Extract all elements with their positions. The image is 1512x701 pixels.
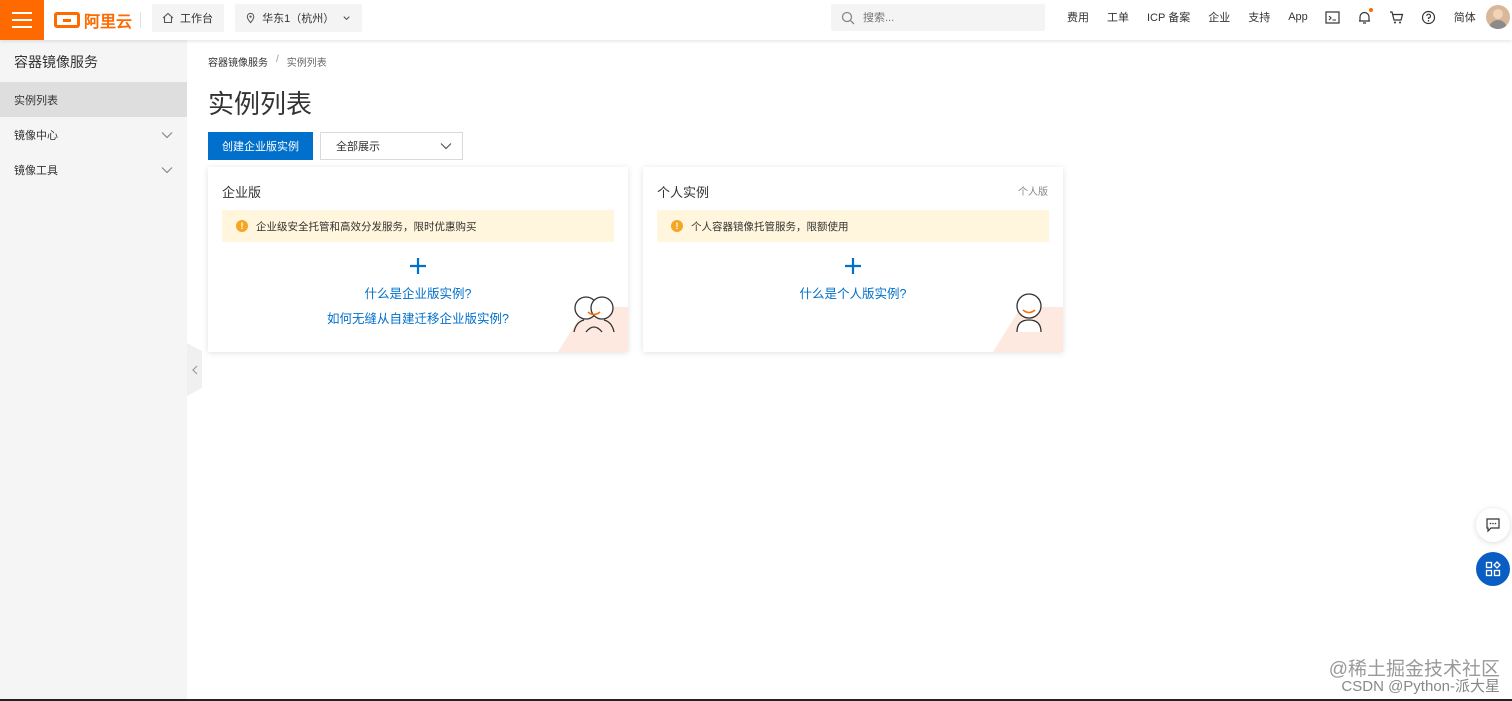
- notice-text: 企业级安全托管和高效分发服务，限时优惠购买: [256, 220, 477, 233]
- chat-icon: [1486, 518, 1500, 533]
- promo-notice: ! 企业级安全托管和高效分发服务，限时优惠购买: [222, 210, 614, 242]
- workbench-button[interactable]: 工作台: [152, 4, 224, 32]
- quota-notice: ! 个人容器镜像托管服务，限额使用: [657, 210, 1049, 242]
- chevron-down-icon: [343, 16, 350, 21]
- help-icon: [1422, 10, 1436, 24]
- global-search[interactable]: [831, 4, 1045, 31]
- what-is-enterprise-link[interactable]: 什么是企业版实例?: [208, 283, 628, 302]
- sidebar-item-image-center[interactable]: 镜像中心: [0, 117, 187, 152]
- region-label: 华东1（杭州）: [262, 13, 335, 25]
- aliyun-logo[interactable]: 阿里云: [54, 8, 132, 32]
- add-instance-plus-icon[interactable]: [408, 256, 428, 276]
- notifications-button[interactable]: [1349, 7, 1381, 25]
- top-bar: 阿里云 工作台 华东1（杭州） 费用 工单 ICP 备案 企业 支持 App: [0, 0, 1512, 40]
- chevron-down-icon: [161, 166, 173, 173]
- sidebar-title: 容器镜像服务: [14, 54, 98, 70]
- language-switch[interactable]: 简体: [1445, 9, 1485, 25]
- what-is-personal-link[interactable]: 什么是个人版实例?: [643, 283, 1063, 302]
- breadcrumb-current: 实例列表: [286, 58, 327, 69]
- help-button[interactable]: [1413, 10, 1445, 25]
- sidebar-item-label: 镜像中心: [14, 129, 58, 142]
- search-input[interactable]: [863, 11, 1023, 24]
- sidebar-item-image-tools[interactable]: 镜像工具: [0, 152, 187, 187]
- card-tag: 个人版: [1018, 187, 1048, 198]
- apps-button[interactable]: [1476, 552, 1510, 586]
- sidebar-item-label: 实例列表: [14, 94, 58, 107]
- divider: [140, 12, 141, 28]
- personal-card: 个人实例 个人版 ! 个人容器镜像托管服务，限额使用 什么是个人版实例?: [643, 167, 1063, 352]
- warning-icon: !: [236, 220, 248, 232]
- filter-value: 全部展示: [336, 141, 380, 153]
- sidebar-item-instance-list[interactable]: 实例列表: [0, 82, 187, 117]
- nav-icp[interactable]: ICP 备案: [1138, 9, 1199, 25]
- logo-icon: [54, 12, 80, 28]
- instance-filter-select[interactable]: 全部展示: [320, 132, 463, 160]
- terminal-button[interactable]: [1317, 10, 1349, 25]
- hamburger-menu-button[interactable]: [0, 0, 44, 40]
- logo-text: 阿里云: [84, 14, 133, 31]
- nav-billing[interactable]: 费用: [1058, 9, 1098, 25]
- nav-enterprise[interactable]: 企业: [1199, 9, 1239, 25]
- watermark: @稀土掘金技术社区 CSDN @Python-派大星: [1328, 659, 1500, 695]
- nav-tickets[interactable]: 工单: [1098, 9, 1138, 25]
- chevron-down-icon: [161, 131, 173, 138]
- hamburger-icon: [12, 12, 32, 28]
- group-people-illustration: [573, 296, 615, 333]
- create-enterprise-instance-button[interactable]: 创建企业版实例: [208, 132, 313, 160]
- breadcrumb-separator: /: [276, 54, 279, 65]
- search-icon: [841, 11, 855, 24]
- notice-text: 个人容器镜像托管服务，限额使用: [691, 220, 849, 233]
- home-icon: [162, 12, 174, 24]
- cart-button[interactable]: [1381, 10, 1413, 25]
- location-pin-icon: [246, 12, 255, 24]
- breadcrumb-link[interactable]: 容器镜像服务: [208, 54, 268, 69]
- watermark-line-2: CSDN @Python-派大星: [1341, 678, 1500, 695]
- bell-icon: [1359, 11, 1371, 24]
- chevron-left-icon: [191, 365, 197, 374]
- region-selector[interactable]: 华东1（杭州）: [235, 4, 362, 32]
- user-avatar[interactable]: [1486, 5, 1510, 29]
- nav-app[interactable]: App: [1279, 11, 1317, 23]
- card-title: 企业版: [222, 185, 262, 200]
- sidebar: 容器镜像服务 实例列表 镜像中心 镜像工具: [0, 40, 187, 701]
- chevron-down-icon: [440, 143, 452, 150]
- notification-dot: [1368, 7, 1373, 12]
- page-title: 实例列表: [208, 89, 313, 119]
- sidebar-item-label: 镜像工具: [14, 164, 58, 177]
- cart-icon: [1390, 10, 1404, 23]
- enterprise-card: 企业版 ! 企业级安全托管和高效分发服务，限时优惠购买 什么是企业版实例? 如何…: [208, 167, 628, 352]
- sidebar-collapse-handle[interactable]: [187, 343, 202, 396]
- apps-grid-icon: [1485, 561, 1501, 577]
- workbench-label: 工作台: [180, 13, 213, 25]
- breadcrumb: 容器镜像服务 / 实例列表: [208, 54, 327, 69]
- feedback-chat-button[interactable]: [1476, 508, 1510, 542]
- warning-icon: !: [671, 220, 683, 232]
- terminal-icon: [1325, 10, 1340, 24]
- migrate-enterprise-link[interactable]: 如何无缝从自建迁移企业版实例?: [208, 308, 628, 327]
- nav-support[interactable]: 支持: [1239, 9, 1279, 25]
- top-nav: 费用 工单 ICP 备案 企业 支持 App 简体: [1058, 0, 1485, 34]
- person-illustration: [1016, 293, 1042, 333]
- add-instance-plus-icon[interactable]: [843, 256, 863, 276]
- card-title: 个人实例: [657, 185, 710, 200]
- watermark-line-1: @稀土掘金技术社区: [1328, 659, 1500, 680]
